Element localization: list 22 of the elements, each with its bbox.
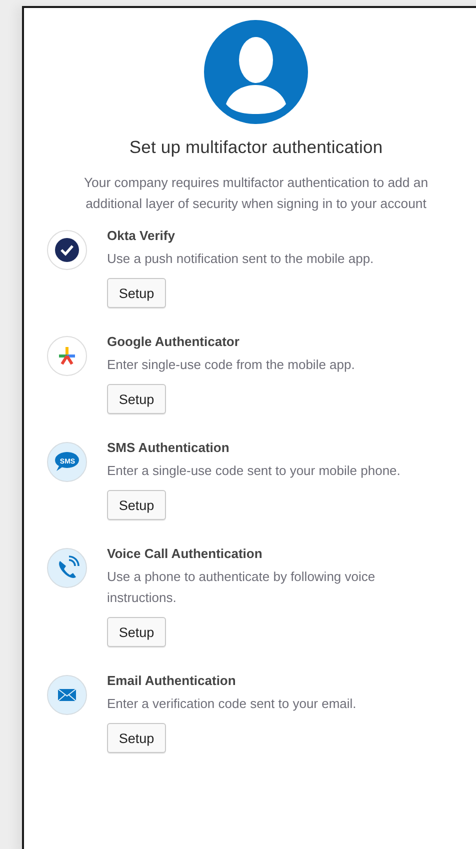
factor-description: Enter a verification code sent to your email. [107, 695, 356, 713]
factor-description: Use a push notification sent to the mobile app. [107, 250, 374, 268]
factor-description: Enter single-use code from the mobile app. [107, 356, 355, 374]
asterisk-icon [47, 336, 87, 376]
setup-button[interactable]: Setup [107, 617, 166, 647]
setup-button[interactable]: Setup [107, 723, 166, 753]
phone-icon [47, 548, 87, 588]
factor-title: Google Authenticator [107, 333, 240, 350]
factor-title: Email Authentication [107, 672, 236, 689]
setup-button[interactable]: Setup [107, 384, 166, 414]
factor-title: SMS Authentication [107, 439, 230, 456]
setup-button[interactable]: Setup [107, 278, 166, 308]
envelope-icon [47, 675, 87, 715]
user-avatar-icon [204, 20, 308, 124]
check-icon [47, 230, 87, 270]
factor-description: Use a phone to authenticate by following voice instructions. [107, 568, 376, 607]
factor-title: Okta Verify [107, 227, 175, 244]
setup-button[interactable]: Setup [107, 490, 166, 520]
page-title: Set up multifactor authentication [129, 137, 383, 158]
factor-title: Voice Call Authentication [107, 545, 262, 562]
factor-description: Enter a single-use code sent to your mobile phone. [107, 462, 400, 480]
page-description: Your company requires multifactor authentication to add an additional layer of security when signing in to your account [82, 174, 430, 213]
